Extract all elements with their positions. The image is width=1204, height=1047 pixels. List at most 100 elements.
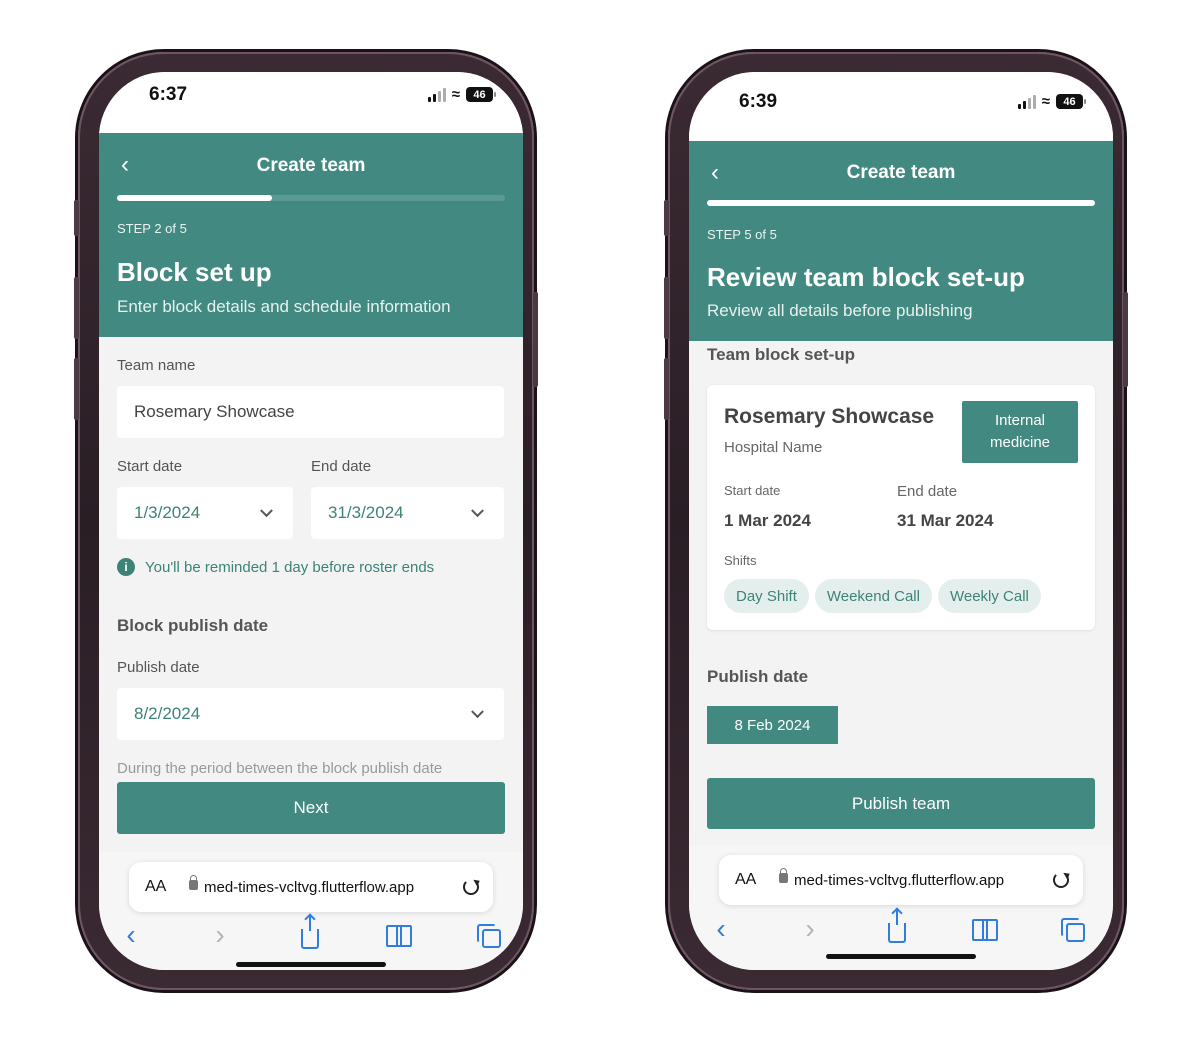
- progress-bar: [117, 195, 505, 201]
- end-date-value: 31/3/2024: [328, 503, 404, 522]
- screen-left: 6:37 ≈ 46 ‹ Create team STEP 2 of 5 Bloc…: [99, 72, 523, 970]
- status-icons: ≈ 46: [427, 86, 496, 103]
- chevron-down-icon: [471, 705, 484, 719]
- form-body: Team name Rosemary Showcase Start date E…: [99, 337, 523, 852]
- end-date-dropdown[interactable]: 31/3/2024: [311, 487, 504, 539]
- screen-right: 6:39 ≈ 46 ‹ Create team STEP 5 of 5 Revi…: [689, 72, 1113, 970]
- team-block-card: Rosemary Showcase Hospital Name Internal…: [707, 385, 1095, 630]
- review-section-title: Team block set-up: [707, 345, 855, 364]
- battery-icon: 46: [1056, 94, 1086, 109]
- volume-up-button: [74, 277, 79, 339]
- power-button: [533, 292, 538, 387]
- status-bar: 6:39 ≈ 46: [689, 72, 1113, 141]
- forward-icon[interactable]: ›: [796, 913, 824, 944]
- next-button[interactable]: Next: [117, 782, 505, 834]
- tabs-icon[interactable]: [1058, 914, 1086, 944]
- battery-icon: 46: [466, 87, 496, 102]
- tabs-icon[interactable]: [474, 920, 502, 950]
- forward-icon[interactable]: ›: [206, 919, 234, 950]
- start-date-label: Start date: [117, 458, 183, 475]
- power-button: [1123, 292, 1128, 387]
- header: ‹ Create team STEP 5 of 5 Review team bl…: [689, 141, 1113, 341]
- cellular-signal-icon: [427, 87, 446, 102]
- progress-fill: [117, 195, 273, 201]
- mute-switch: [664, 200, 669, 236]
- address-bar[interactable]: AA med-times-vcltvg.flutterflow.app: [719, 855, 1083, 905]
- url-text: med-times-vcltvg.flutterflow.app: [794, 871, 1005, 889]
- header-title: Create team: [846, 162, 956, 183]
- progress-bar: [707, 200, 1095, 206]
- wifi-icon: ≈: [1041, 93, 1050, 110]
- team-name: Rosemary Showcase: [724, 405, 935, 428]
- publish-team-button[interactable]: Publish team: [707, 778, 1095, 829]
- reload-icon[interactable]: [463, 879, 479, 895]
- end-date-label: End date: [311, 458, 372, 475]
- publish-date-value: 8/2/2024: [134, 704, 201, 723]
- home-indicator: [236, 962, 386, 967]
- start-date-label: Start date: [724, 483, 781, 498]
- header: ‹ Create team STEP 2 of 5 Block set up E…: [99, 133, 523, 337]
- shift-chip[interactable]: Weekend Call: [814, 579, 932, 613]
- lock-icon: [189, 875, 198, 890]
- specialty-line-2: medicine: [989, 434, 1051, 451]
- review-body: Team block set-up Rosemary Showcase Hosp…: [689, 341, 1113, 846]
- end-date-value: 31 Mar 2024: [897, 511, 994, 530]
- team-name-value: Rosemary Showcase: [134, 402, 295, 421]
- reader-aa-button[interactable]: AA: [735, 871, 756, 889]
- publish-section-title: Block publish date: [117, 616, 269, 635]
- publish-note: During the period between the block publ…: [117, 760, 443, 777]
- chevron-down-icon: [471, 504, 484, 518]
- phone-frame-left: 6:37 ≈ 46 ‹ Create team STEP 2 of 5 Bloc…: [74, 52, 538, 990]
- info-icon: i: [117, 558, 135, 576]
- page-title: Block set up: [117, 257, 272, 287]
- end-date-label: End date: [897, 483, 958, 500]
- publish-date-badge: 8 Feb 2024: [707, 706, 838, 744]
- volume-down-button: [664, 358, 669, 420]
- phone-frame-right: 6:39 ≈ 46 ‹ Create team STEP 5 of 5 Revi…: [664, 52, 1128, 990]
- step-label: STEP 5 of 5: [707, 227, 777, 242]
- volume-down-button: [74, 358, 79, 420]
- reader-aa-button[interactable]: AA: [145, 878, 166, 896]
- page-title: Review team block set-up: [707, 262, 1025, 292]
- reminder-info: i You'll be reminded 1 day before roster…: [117, 558, 434, 576]
- browser-bar: AA med-times-vcltvg.flutterflow.app ‹ ›: [689, 846, 1113, 970]
- reminder-text: You'll be reminded 1 day before roster e…: [145, 558, 435, 576]
- step-label: STEP 2 of 5: [117, 221, 187, 236]
- shift-chip[interactable]: Day Shift: [724, 579, 809, 613]
- home-indicator: [826, 954, 976, 959]
- publish-date-label: Publish date: [117, 659, 200, 676]
- url-text: med-times-vcltvg.flutterflow.app: [204, 878, 415, 896]
- publish-date-title: Publish date: [707, 667, 809, 686]
- page-subtitle: Enter block details and schedule informa…: [117, 297, 451, 316]
- back-icon[interactable]: ‹: [707, 913, 735, 944]
- status-icons: ≈ 46: [1017, 93, 1086, 110]
- status-bar: 6:37 ≈ 46: [99, 72, 523, 134]
- back-icon[interactable]: ‹: [117, 919, 145, 950]
- status-time: 6:37: [149, 84, 188, 105]
- browser-toolbar: ‹ ›: [689, 909, 1113, 954]
- start-date-dropdown[interactable]: 1/3/2024: [117, 487, 293, 539]
- publish-date-dropdown[interactable]: 8/2/2024: [117, 688, 504, 740]
- status-time: 6:39: [739, 91, 778, 112]
- wifi-icon: ≈: [451, 86, 460, 103]
- address-bar[interactable]: AA med-times-vcltvg.flutterflow.app: [129, 862, 493, 912]
- shift-chips: Day Shift Weekend Call Weekly Call: [724, 579, 1041, 613]
- team-name-input[interactable]: Rosemary Showcase: [117, 386, 504, 438]
- browser-toolbar: ‹ ›: [99, 915, 523, 960]
- volume-up-button: [664, 277, 669, 339]
- browser-bar: AA med-times-vcltvg.flutterflow.app ‹ ›: [99, 852, 523, 970]
- mute-switch: [74, 200, 79, 236]
- share-icon[interactable]: [296, 915, 324, 950]
- header-title: Create team: [256, 155, 366, 176]
- page-subtitle: Review all details before publishing: [707, 301, 973, 320]
- shift-chip[interactable]: Weekly Call: [937, 579, 1041, 613]
- start-date-value: 1 Mar 2024: [724, 511, 811, 530]
- share-icon[interactable]: [883, 909, 911, 944]
- progress-fill: [707, 200, 1095, 206]
- lock-icon: [779, 868, 788, 883]
- bookmarks-icon[interactable]: [385, 920, 413, 950]
- start-date-value: 1/3/2024: [134, 503, 201, 522]
- reload-icon[interactable]: [1053, 872, 1069, 888]
- team-name-label: Team name: [117, 357, 196, 374]
- bookmarks-icon[interactable]: [971, 914, 999, 944]
